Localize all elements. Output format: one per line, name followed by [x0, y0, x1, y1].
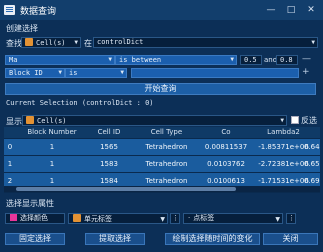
cell-cell-id: 1583 — [100, 160, 118, 168]
scrollbar-thumb[interactable] — [16, 187, 236, 191]
condition2-field-select[interactable]: Block ID ▼ — [5, 68, 65, 78]
cell-block-number: 1 — [49, 143, 55, 151]
chevron-down-icon: ▼ — [58, 69, 62, 76]
cell-lambda2: -1.85371e+06 — [258, 143, 309, 151]
display-type-select[interactable]: Cell(s) ▼ — [22, 115, 287, 126]
find-type-select[interactable]: Cell(s) ▼ — [21, 37, 81, 48]
row-index: 2 — [7, 177, 13, 185]
remove-condition-icon[interactable]: — — [302, 54, 311, 64]
cell-label-style-button[interactable]: ⋮ — [170, 213, 180, 224]
cell-lambda2: -2.72381e+06 — [258, 160, 309, 168]
point-label-style-button[interactable]: ⋮ — [286, 213, 296, 224]
add-condition-icon[interactable]: + — [302, 67, 310, 77]
selection-table: Block Number Cell ID Cell Type Co Lambda… — [4, 127, 320, 193]
close-window-button[interactable]: ✕ — [303, 2, 319, 18]
condition1-field-value: Ma — [9, 56, 18, 64]
table-horizontal-scrollbar[interactable] — [4, 186, 320, 192]
create-section-label: 创建选择 — [6, 24, 38, 33]
column-header[interactable]: Cell Type — [139, 128, 194, 136]
cell-cell-type: Tetrahedron — [145, 177, 188, 185]
condition1-field-select[interactable]: Ma ▼ — [5, 55, 115, 65]
point-dot-icon: · — [188, 214, 191, 222]
chevron-down-icon: ▼ — [275, 216, 280, 223]
table-header: Block Number Cell ID Cell Type Co Lambda… — [4, 127, 320, 138]
chevron-down-icon: ▼ — [74, 39, 78, 46]
source-value: controlDict — [97, 38, 144, 46]
title-bar: 数据查询 — □ ✕ — [0, 0, 323, 20]
condition2-value-input[interactable] — [131, 68, 299, 78]
condition1-operator-value: is between — [119, 56, 162, 64]
ellipsis-icon: ⋮ — [172, 214, 179, 222]
cell-cube-icon — [73, 214, 81, 222]
column-header[interactable]: Cell ID — [84, 128, 134, 136]
find-type-value: Cell(s) — [36, 39, 66, 47]
column-header[interactable]: Lambda2 — [256, 128, 311, 136]
cell-lambda2: -1.71531e+06 — [258, 177, 309, 185]
cell-truncated: 0.6976 — [304, 177, 320, 185]
table-row[interactable]: 0 1 1565 Tetrahedron 0.00811537 -1.85371… — [4, 139, 320, 155]
maximize-button[interactable]: □ — [283, 2, 299, 18]
invert-label: 反选 — [301, 116, 317, 125]
minimize-button[interactable]: — — [263, 2, 279, 18]
chevron-down-icon: ▼ — [160, 216, 165, 223]
ellipsis-icon: ⋮ — [288, 214, 295, 222]
cell-truncated: 0.6586 — [304, 160, 320, 168]
window-title: 数据查询 — [20, 7, 57, 17]
chevron-down-icon: ▼ — [108, 56, 112, 63]
cell-cube-icon — [25, 38, 33, 46]
table-row[interactable]: 1 1 1583 Tetrahedron 0.0103762 -2.72381e… — [4, 156, 320, 172]
cell-co: 0.0103762 — [207, 160, 245, 168]
chevron-down-icon: ▼ — [230, 56, 234, 63]
find-label: 查找 — [6, 39, 22, 48]
cell-co: 0.0100613 — [207, 177, 245, 185]
condition1-max-input[interactable]: 0.8 — [276, 55, 298, 65]
condition1-min-input[interactable]: 0.5 — [240, 55, 262, 65]
row-index: 0 — [7, 143, 13, 151]
selection-color-label: 选择颜色 — [20, 214, 48, 222]
column-header[interactable]: Co — [196, 128, 256, 136]
condition2-operator-value: is — [69, 69, 78, 77]
column-header[interactable]: Block Number — [22, 128, 82, 136]
chevron-down-icon: ▼ — [311, 39, 315, 46]
point-label-select[interactable]: · 点标签 ▼ — [183, 213, 283, 224]
cell-block-number: 1 — [49, 160, 55, 168]
cell-cell-id: 1565 — [100, 143, 118, 151]
in-label: 在 — [84, 39, 92, 48]
cell-cell-id: 1584 — [100, 177, 118, 185]
cell-label-select[interactable]: 单元标签 ▼ — [68, 213, 168, 224]
app-icon — [4, 5, 15, 15]
chevron-down-icon: ▼ — [280, 117, 284, 124]
cell-label-value: 单元标签 — [84, 215, 112, 223]
color-swatch — [10, 214, 17, 221]
current-selection-label: Current Selection (controlDict : 0) — [6, 99, 154, 107]
cell-cell-type: Tetrahedron — [145, 143, 188, 151]
condition2-field-value: Block ID — [9, 69, 43, 77]
chevron-down-icon: ▼ — [120, 69, 124, 76]
condition2-operator-select[interactable]: is ▼ — [65, 68, 127, 78]
cell-cube-icon — [26, 116, 34, 124]
cell-block-number: 1 — [49, 177, 55, 185]
display-type-value: Cell(s) — [37, 117, 67, 125]
plot-over-time-button[interactable]: 绘制选择随时间的变化 — [165, 233, 260, 245]
close-button[interactable]: 关闭 — [263, 233, 318, 245]
condition1-operator-select[interactable]: is between ▼ — [115, 55, 237, 65]
cell-cell-type: Tetrahedron — [145, 160, 188, 168]
cell-co: 0.00811537 — [204, 143, 248, 151]
selection-color-button[interactable]: 选择颜色 — [5, 213, 65, 224]
source-select[interactable]: controlDict ▼ — [93, 37, 318, 48]
point-label-value: 点标签 — [193, 214, 215, 222]
extract-selection-button[interactable]: 提取选择 — [85, 233, 145, 245]
run-query-button[interactable]: 开始查询 — [5, 83, 316, 95]
cell-truncated: 0.6412 — [304, 143, 320, 151]
invert-checkbox[interactable] — [291, 116, 299, 124]
row-index: 1 — [7, 160, 13, 168]
props-section-label: 选择显示属性 — [6, 199, 54, 208]
freeze-selection-button[interactable]: 固定选择 — [5, 233, 65, 245]
